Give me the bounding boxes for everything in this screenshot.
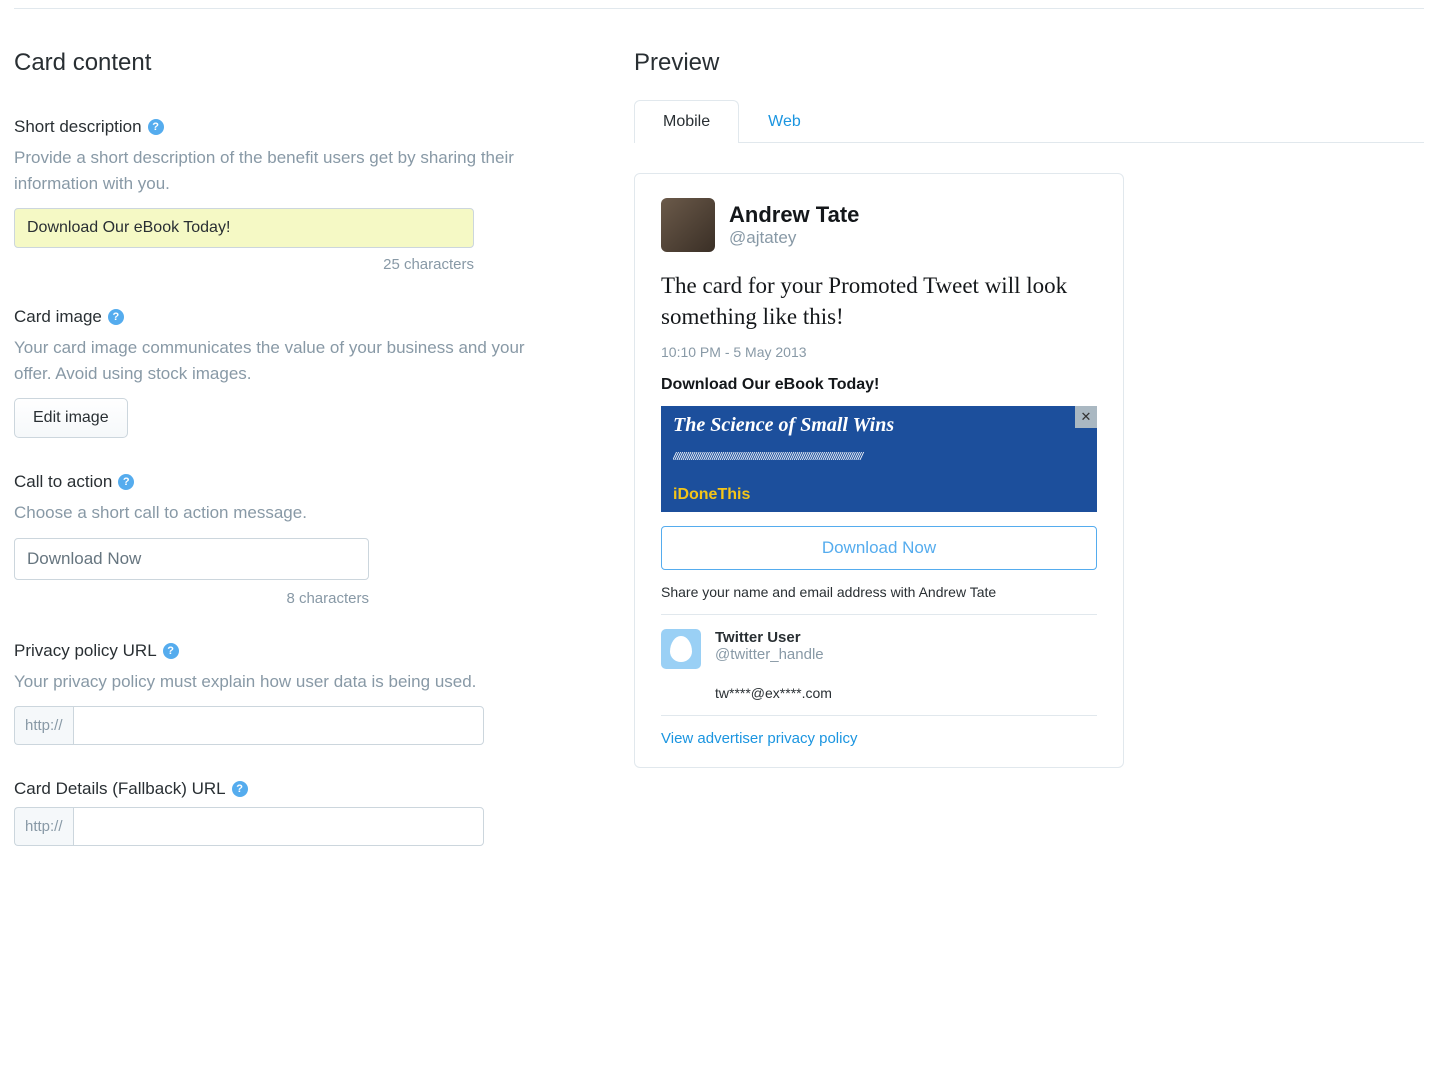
card-image-field: Card image ? Your card image communicate… (14, 307, 574, 438)
tweet-text: The card for your Promoted Tweet will lo… (661, 270, 1097, 332)
close-icon[interactable]: ✕ (1075, 406, 1097, 428)
sample-user-email: tw****@ex****.com (715, 685, 1097, 701)
cta-char-count: 8 characters (14, 590, 369, 607)
fallback-url-field: Card Details (Fallback) URL ? http:// (14, 779, 574, 846)
fallback-url-input[interactable] (73, 807, 484, 846)
card-description-preview: Download Our eBook Today! (661, 376, 1097, 394)
preview-card: Andrew Tate @ajtatey The card for your P… (634, 173, 1124, 768)
preview-title: Preview (634, 49, 1424, 77)
top-divider (14, 8, 1424, 9)
tweet-timestamp: 10:10 PM - 5 May 2013 (661, 344, 1097, 360)
short-description-input[interactable] (14, 208, 474, 248)
tab-web[interactable]: Web (739, 100, 830, 143)
privacy-url-input[interactable] (73, 706, 484, 745)
preview-tabs: Mobile Web (634, 99, 1424, 143)
sample-user-name: Twitter User (715, 629, 824, 646)
privacy-url-field: Privacy policy URL ? Your privacy policy… (14, 641, 574, 746)
egg-avatar-icon (661, 629, 701, 669)
short-description-char-count: 25 characters (14, 256, 474, 273)
divider (661, 715, 1097, 716)
divider (661, 614, 1097, 615)
help-icon[interactable]: ? (232, 781, 248, 797)
sample-user-handle: @twitter_handle (715, 646, 824, 663)
url-prefix: http:// (14, 807, 73, 846)
section-title: Card content (14, 49, 574, 77)
cta-field: Call to action ? Choose a short call to … (14, 472, 574, 607)
privacy-url-help: Your privacy policy must explain how use… (14, 669, 554, 695)
cta-label: Call to action (14, 472, 112, 492)
edit-image-button[interactable]: Edit image (14, 398, 128, 438)
short-description-label: Short description (14, 117, 142, 137)
card-content-form: Card content Short description ? Provide… (14, 49, 574, 880)
card-image-help: Your card image communicates the value o… (14, 335, 554, 386)
card-image-preview: The Science of Small Wins //////////////… (661, 406, 1097, 512)
help-icon[interactable]: ? (163, 643, 179, 659)
short-description-field: Short description ? Provide a short desc… (14, 117, 574, 273)
short-description-help: Provide a short description of the benef… (14, 145, 554, 196)
preview-panel: Preview Mobile Web Andrew Tate @ajtatey … (634, 49, 1424, 880)
banner-decoration: ////////////////////////////////////////… (673, 451, 1085, 463)
tab-mobile[interactable]: Mobile (634, 100, 739, 143)
avatar (661, 198, 715, 252)
cta-help: Choose a short call to action message. (14, 500, 554, 526)
sample-user-row: Twitter User @twitter_handle (661, 629, 1097, 669)
privacy-url-label: Privacy policy URL (14, 641, 157, 661)
privacy-policy-link[interactable]: View advertiser privacy policy (661, 730, 857, 747)
card-cta-button[interactable]: Download Now (661, 526, 1097, 570)
author-handle: @ajtatey (729, 228, 859, 248)
banner-title: The Science of Small Wins (673, 414, 1085, 437)
fallback-url-label: Card Details (Fallback) URL (14, 779, 226, 799)
help-icon[interactable]: ? (118, 474, 134, 490)
card-image-label: Card image (14, 307, 102, 327)
banner-brand: iDoneThis (673, 486, 750, 504)
url-prefix: http:// (14, 706, 73, 745)
author-name: Andrew Tate (729, 202, 859, 228)
help-icon[interactable]: ? (148, 119, 164, 135)
cta-select[interactable]: Download Now (14, 538, 369, 580)
share-prompt: Share your name and email address with A… (661, 584, 1097, 600)
help-icon[interactable]: ? (108, 309, 124, 325)
